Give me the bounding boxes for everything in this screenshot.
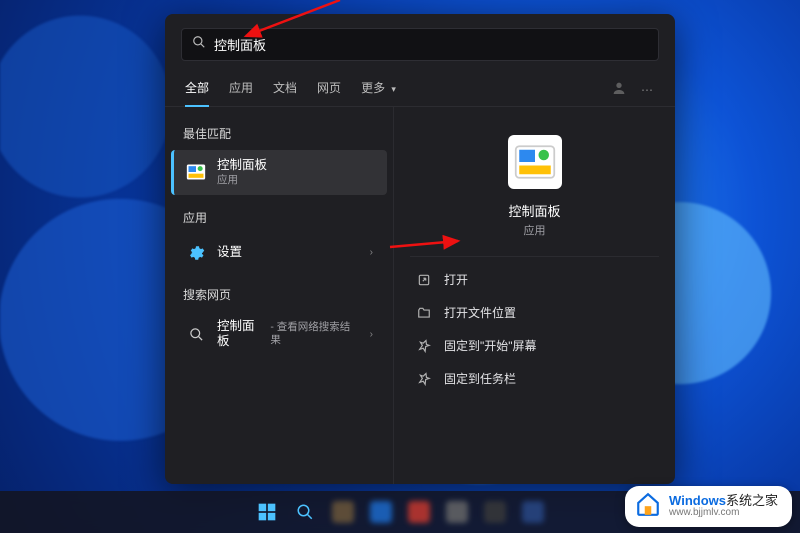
result-subtitle: 应用 bbox=[217, 174, 267, 187]
tab-apps[interactable]: 应用 bbox=[229, 73, 253, 106]
taskbar-search-button[interactable] bbox=[291, 498, 319, 526]
action-label: 打开 bbox=[444, 271, 468, 288]
more-options-icon[interactable]: ⋯ bbox=[641, 83, 655, 97]
open-icon bbox=[416, 272, 432, 288]
result-title: 控制面板 bbox=[217, 319, 266, 350]
action-label: 固定到"开始"屏幕 bbox=[444, 337, 537, 354]
result-web-search[interactable]: 控制面板 - 查看网络搜索结果 › bbox=[171, 311, 387, 358]
taskbar-pinned-app[interactable] bbox=[519, 498, 547, 526]
result-title: 控制面板 bbox=[217, 158, 267, 174]
action-open[interactable]: 打开 bbox=[410, 263, 659, 296]
tab-documents[interactable]: 文档 bbox=[273, 73, 297, 106]
search-box[interactable] bbox=[181, 28, 659, 61]
actions-list: 打开 打开文件位置 固定到"开始"屏幕 bbox=[410, 256, 659, 395]
result-settings[interactable]: 设置 › bbox=[171, 234, 387, 272]
chevron-right-icon: › bbox=[370, 329, 373, 340]
action-label: 固定到任务栏 bbox=[444, 370, 516, 387]
result-title: 设置 bbox=[217, 245, 242, 261]
taskbar-pinned-app[interactable] bbox=[481, 498, 509, 526]
control-panel-large-icon bbox=[508, 135, 562, 189]
section-best-match: 最佳匹配 bbox=[165, 121, 393, 150]
watermark-brand: Windows系统之家 bbox=[669, 494, 778, 508]
section-web: 搜索网页 bbox=[165, 282, 393, 311]
folder-icon bbox=[416, 305, 432, 321]
result-subtitle: - 查看网络搜索结果 bbox=[270, 321, 359, 347]
action-pin-to-start[interactable]: 固定到"开始"屏幕 bbox=[410, 329, 659, 362]
watermark-url: www.bjjmlv.com bbox=[669, 508, 778, 519]
app-title: 控制面板 bbox=[508, 201, 560, 220]
chevron-right-icon: › bbox=[370, 247, 373, 258]
search-bar-container bbox=[165, 14, 675, 67]
action-pin-to-taskbar[interactable]: 固定到任务栏 bbox=[410, 362, 659, 395]
search-icon bbox=[192, 35, 206, 54]
tab-web[interactable]: 网页 bbox=[317, 73, 341, 106]
start-search-panel: 全部 应用 文档 网页 更多 ▾ ⋯ 最佳匹配 控制面板 应用 bbox=[165, 14, 675, 484]
search-filter-tabs: 全部 应用 文档 网页 更多 ▾ ⋯ bbox=[165, 67, 675, 107]
taskbar-pinned-app[interactable] bbox=[367, 498, 395, 526]
house-icon bbox=[635, 491, 661, 522]
result-control-panel[interactable]: 控制面板 应用 bbox=[171, 150, 387, 195]
chevron-down-icon: ▾ bbox=[391, 84, 396, 94]
pin-icon bbox=[416, 338, 432, 354]
taskbar-pinned-app[interactable] bbox=[443, 498, 471, 526]
gear-icon bbox=[185, 242, 207, 264]
section-apps: 应用 bbox=[165, 205, 393, 234]
results-left-pane: 最佳匹配 控制面板 应用 应用 设置 › 搜索网页 bbox=[165, 107, 393, 484]
pin-icon bbox=[416, 371, 432, 387]
taskbar-pinned-app[interactable] bbox=[329, 498, 357, 526]
results-right-pane: 控制面板 应用 打开 打开文件位置 bbox=[393, 107, 675, 484]
app-subtitle: 应用 bbox=[524, 222, 546, 238]
action-label: 打开文件位置 bbox=[444, 304, 516, 321]
search-icon bbox=[185, 323, 207, 345]
results-area: 最佳匹配 控制面板 应用 应用 设置 › 搜索网页 bbox=[165, 107, 675, 484]
taskbar-pinned-app[interactable] bbox=[405, 498, 433, 526]
control-panel-icon bbox=[185, 161, 207, 183]
tab-all[interactable]: 全部 bbox=[185, 73, 209, 106]
tab-more-label: 更多 bbox=[361, 81, 385, 95]
action-open-file-location[interactable]: 打开文件位置 bbox=[410, 296, 659, 329]
tab-more[interactable]: 更多 ▾ bbox=[361, 73, 396, 106]
search-input[interactable] bbox=[214, 37, 648, 52]
start-button[interactable] bbox=[253, 498, 281, 526]
account-icon[interactable] bbox=[611, 80, 627, 99]
watermark: Windows系统之家 www.bjjmlv.com bbox=[625, 486, 792, 527]
